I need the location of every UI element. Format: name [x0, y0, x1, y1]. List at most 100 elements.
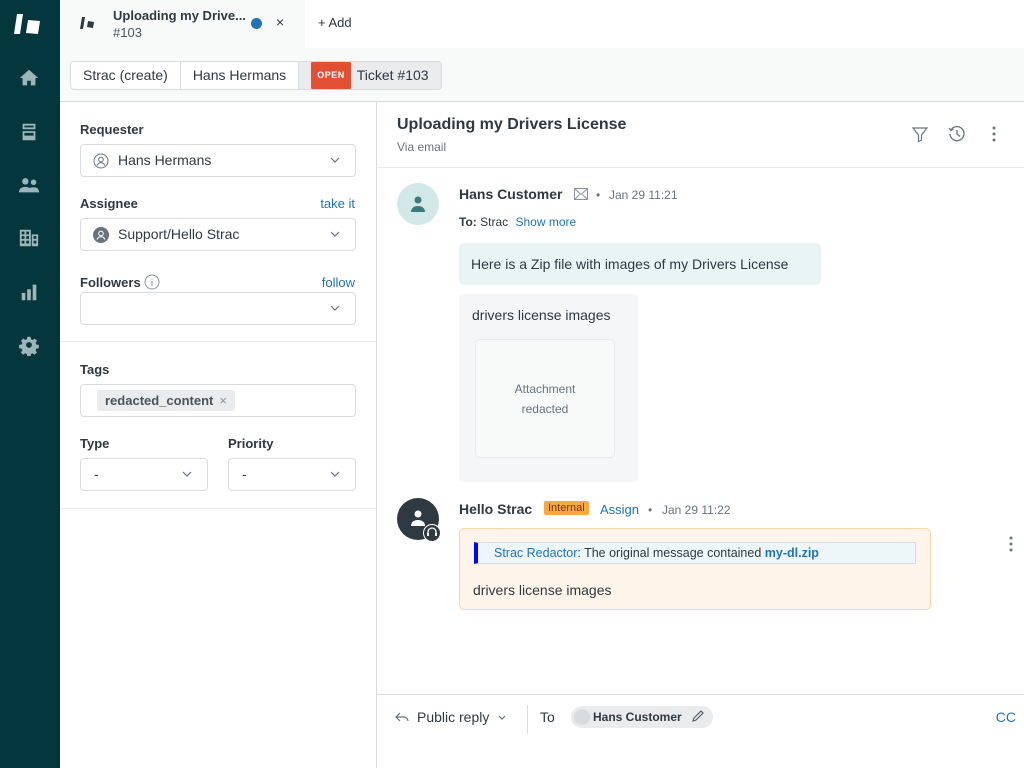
internal-badge: Internal	[544, 501, 589, 515]
author-name[interactable]: Hello Strac	[459, 501, 532, 517]
more-options-icon[interactable]	[984, 124, 1004, 144]
message-options-icon[interactable]	[1004, 534, 1018, 554]
breadcrumb: Strac (create) Hans Hermans OPEN Ticket …	[70, 61, 442, 90]
attachment-line-1: Attachment	[514, 382, 576, 396]
remove-tag-icon[interactable]: ×	[219, 393, 227, 408]
requester-label: Requester	[80, 122, 144, 137]
ticket-label: Ticket #103	[356, 67, 429, 83]
attachment-redacted[interactable]: Attachment redacted	[475, 339, 615, 458]
tab-ticket-103[interactable]: Uploading my Drive... #103 ×	[60, 0, 303, 48]
assign-link[interactable]: Assign	[600, 502, 639, 517]
recipient-avatar	[574, 709, 590, 725]
breadcrumb-requester[interactable]: Hans Hermans	[181, 62, 300, 89]
separator: •	[596, 188, 601, 202]
show-more-link[interactable]: Show more	[515, 215, 576, 229]
author-name[interactable]: Hans Customer	[459, 186, 562, 202]
message-body: Here is a Zip file with images of my Dri…	[459, 243, 821, 285]
chevron-down-icon	[330, 305, 340, 311]
history-icon[interactable]	[947, 124, 967, 144]
requester-value: Hans Hermans	[118, 152, 212, 168]
note-body: drivers license images	[473, 582, 612, 598]
agent-avatar	[397, 498, 441, 542]
ticket-properties-panel: Requester Hans Hermans Assignee take it …	[60, 102, 377, 768]
ticket-title: Uploading my Drivers License	[397, 116, 627, 133]
type-label: Type	[80, 436, 110, 451]
filter-icon[interactable]	[910, 124, 930, 144]
tags-input[interactable]: redacted_content ×	[80, 384, 356, 417]
ticket-header: Uploading my Drivers License Via email	[377, 102, 1024, 168]
add-label: Add	[328, 15, 352, 30]
email-icon	[574, 188, 588, 200]
assignee-select[interactable]: Support/Hello Strac	[80, 218, 356, 251]
reply-mode-dropdown[interactable]: Public reply	[395, 709, 507, 725]
message-time: Jan 29 11:22	[662, 503, 731, 517]
take-it-link[interactable]: take it	[320, 196, 355, 211]
status-badge: OPEN	[311, 62, 351, 89]
chevron-down-icon	[498, 715, 506, 720]
avatar	[397, 183, 439, 225]
message-time: Jan 29 11:21	[609, 188, 678, 202]
cc-button[interactable]: CC	[996, 709, 1016, 725]
divider	[60, 341, 376, 342]
message-text: Here is a Zip file with images of my Dri…	[471, 256, 789, 272]
type-value: -	[94, 466, 99, 482]
to-label: To:	[459, 215, 477, 229]
user-icon	[93, 153, 109, 169]
reply-arrow-icon	[395, 712, 409, 722]
building-icon[interactable]	[17, 226, 41, 250]
chevron-down-icon	[330, 157, 340, 163]
follow-link[interactable]: follow	[322, 275, 355, 290]
gear-icon[interactable]	[17, 333, 41, 357]
chevron-down-icon	[330, 231, 340, 237]
redacted-file-link[interactable]: my-dl.zip	[765, 546, 819, 560]
tags-label: Tags	[80, 362, 110, 377]
plus-icon: +	[318, 15, 326, 30]
breadcrumb-bar: Strac (create) Hans Hermans OPEN Ticket …	[60, 48, 1024, 102]
reply-mode-label: Public reply	[417, 709, 490, 725]
recipients: To: Strac Show more	[459, 215, 576, 229]
add-tab-button[interactable]: + Add	[318, 15, 352, 30]
internal-note: Strac Redactor: The original message con…	[459, 528, 931, 610]
close-tab-icon[interactable]: ×	[276, 14, 284, 30]
user-icon	[411, 196, 425, 212]
info-icon[interactable]	[144, 274, 160, 290]
priority-label: Priority	[228, 436, 274, 451]
to-label: To	[540, 709, 555, 725]
home-icon[interactable]	[17, 66, 41, 90]
bar-chart-icon[interactable]	[17, 280, 41, 304]
inbox-icon[interactable]	[17, 120, 41, 144]
requester-select[interactable]: Hans Hermans	[80, 144, 356, 177]
unread-dot	[251, 18, 262, 29]
redactor-link[interactable]: Strac Redactor	[494, 546, 577, 560]
breadcrumb-organization[interactable]: Strac (create)	[71, 62, 181, 89]
add-tab-area: + Add	[305, 0, 1024, 48]
followers-label: Followers	[80, 275, 141, 290]
attachment-caption: drivers license images	[472, 307, 611, 323]
tag-label: redacted_content	[105, 393, 214, 408]
ticket-channel: Via email	[397, 140, 447, 154]
tab-bar: Uploading my Drive... #103 × + Add	[60, 0, 1024, 48]
type-select[interactable]: -	[80, 458, 208, 491]
zendesk-tab-icon	[80, 17, 94, 29]
priority-value: -	[242, 466, 247, 482]
group-avatar-icon	[93, 227, 109, 243]
sidebar	[0, 0, 60, 768]
separator: •	[648, 503, 653, 517]
attachment-line-2: redacted	[521, 402, 569, 416]
priority-select[interactable]: -	[228, 458, 356, 491]
recipient-chip[interactable]: Hans Customer	[571, 706, 714, 728]
followers-select[interactable]	[80, 292, 356, 325]
breadcrumb-ticket[interactable]: OPEN Ticket #103	[299, 62, 441, 89]
to-value: Strac	[480, 215, 509, 229]
tab-subtitle: #103	[113, 25, 142, 40]
tag-chip: redacted_content ×	[97, 390, 235, 411]
assignee-value: Support/Hello Strac	[118, 226, 240, 242]
chevron-down-icon	[330, 471, 340, 477]
zendesk-logo[interactable]	[14, 12, 44, 36]
headset-icon	[423, 524, 441, 542]
divider	[527, 705, 528, 733]
reply-composer: Public reply To Hans Customer CC	[377, 694, 1024, 768]
pencil-icon[interactable]	[691, 709, 705, 723]
people-icon[interactable]	[17, 173, 41, 197]
redactor-notice: Strac Redactor: The original message con…	[474, 542, 916, 564]
